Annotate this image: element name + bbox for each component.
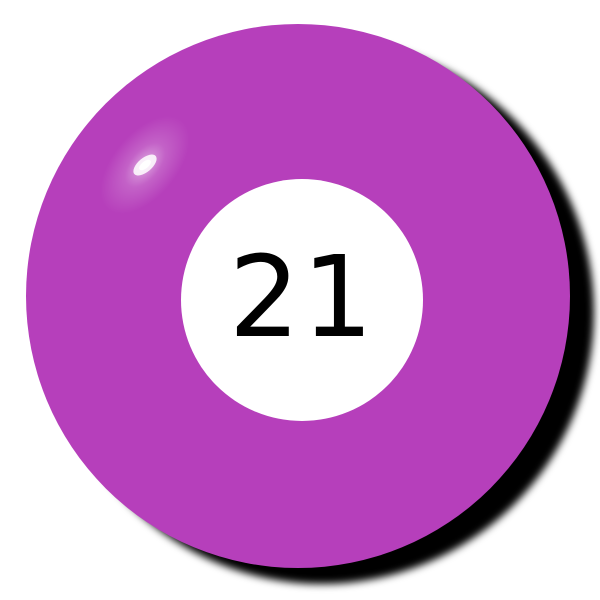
ball-number: 21 <box>228 233 376 363</box>
pool-ball-scene: 21 <box>0 0 600 600</box>
